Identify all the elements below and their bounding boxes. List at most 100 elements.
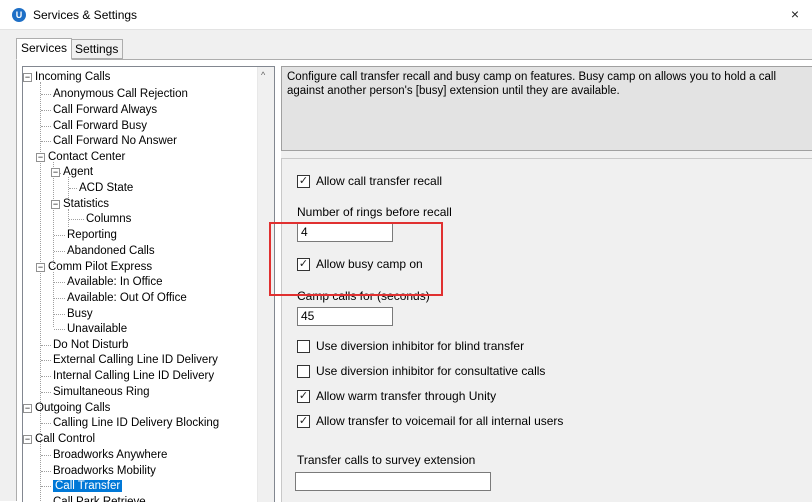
scroll-up-icon[interactable]: ^ <box>261 70 265 80</box>
survey-extension-input[interactable] <box>295 472 491 491</box>
tree-item-label: Call Park Retrieve <box>53 496 146 502</box>
rings-input[interactable]: 4 <box>297 223 393 242</box>
collapse-icon[interactable]: − <box>36 153 45 162</box>
tree-item-label: Broadworks Mobility <box>53 465 156 477</box>
tree-item[interactable]: Call Forward No Answer <box>53 134 177 149</box>
tree-item[interactable]: Anonymous Call Rejection <box>53 87 188 102</box>
tree-guide-line <box>54 235 65 236</box>
camp-seconds-label: Camp calls for (seconds) <box>297 289 430 303</box>
tree-item[interactable]: Available: In Office <box>67 275 162 290</box>
rings-label: Number of rings before recall <box>297 205 452 219</box>
title-bar: U Services & Settings × <box>0 0 812 30</box>
tree-item-label: Call Transfer <box>53 480 123 492</box>
tree-item[interactable]: Call Forward Always <box>53 103 157 118</box>
tree-item[interactable]: − Contact Center <box>36 150 126 165</box>
collapse-icon[interactable]: − <box>51 200 60 209</box>
diversion-consult-label: Use diversion inhibitor for consultative… <box>316 364 546 378</box>
tree-item[interactable]: External Calling Line ID Delivery <box>53 353 218 368</box>
close-button[interactable]: × <box>782 3 808 25</box>
collapse-icon[interactable]: − <box>23 404 32 413</box>
tree-item-label: Busy <box>67 308 93 320</box>
tree-item-label: Simultaneous Ring <box>53 386 150 398</box>
tree-item-label: Statistics <box>63 198 110 210</box>
tree-guide-line <box>54 251 65 252</box>
tree-item-label: Call Forward Busy <box>53 120 147 132</box>
tree-item[interactable]: Internal Calling Line ID Delivery <box>53 369 214 384</box>
tree-guide-line <box>54 282 65 283</box>
tree-item[interactable]: Available: Out Of Office <box>67 291 187 306</box>
tree-item[interactable]: Abandoned Calls <box>67 244 155 259</box>
tabs-area: Services Settings − Incoming Calls Anonymo… <box>0 30 812 502</box>
tree-item-label: Available: Out Of Office <box>67 292 187 304</box>
services-tree[interactable]: − Incoming Calls Anonymous Call Rejection C… <box>22 66 275 502</box>
allow-recall-checkbox[interactable]: ✓ <box>297 175 310 188</box>
tree-item[interactable]: − Statistics <box>51 197 110 212</box>
tree-guide-line <box>41 423 51 424</box>
survey-extension-label: Transfer calls to survey extension <box>297 453 476 467</box>
collapse-icon[interactable]: − <box>51 168 60 177</box>
tree-item[interactable]: Do Not Disturb <box>53 338 128 353</box>
tree-item[interactable]: Unavailable <box>67 322 127 337</box>
tree-item-label: Available: In Office <box>67 276 163 288</box>
tree-item[interactable]: ACD State <box>79 181 133 196</box>
tree-item[interactable]: Broadworks Mobility <box>53 464 156 479</box>
allow-recall-label: Allow call transfer recall <box>316 174 443 188</box>
tree-item-label: Calling Line ID Delivery Blocking <box>53 417 220 429</box>
collapse-icon[interactable]: − <box>23 73 32 82</box>
tree-item[interactable]: − Outgoing Calls <box>23 401 110 416</box>
tree-scrollbar[interactable]: ^ <box>257 67 274 502</box>
tree-item[interactable]: − Comm Pilot Express <box>36 260 153 275</box>
tree-item[interactable]: Calling Line ID Delivery Blocking <box>53 416 219 431</box>
diversion-blind-checkbox[interactable] <box>297 340 310 353</box>
tree-item[interactable]: − Incoming Calls <box>23 70 111 85</box>
collapse-icon[interactable]: − <box>23 435 32 444</box>
description-text: Configure call transfer recall and busy … <box>287 71 777 97</box>
tree-item-label: Unavailable <box>67 323 128 335</box>
tree-item-label: Incoming Calls <box>35 71 111 83</box>
tree-item-label: Call Forward Always <box>53 104 158 116</box>
tree-guide-line <box>69 188 77 189</box>
tree-item-label: Broadworks Anywhere <box>53 449 168 461</box>
camp-seconds-input[interactable]: 45 <box>297 307 393 326</box>
tree-guide-line <box>41 471 51 472</box>
tree-item-label: Do Not Disturb <box>53 339 129 351</box>
diversion-consult-checkbox[interactable] <box>297 365 310 378</box>
tree-item-label: Internal Calling Line ID Delivery <box>53 370 215 382</box>
tree-guide-line <box>54 329 65 330</box>
tree-guide-line <box>54 314 65 315</box>
tree-item-label: Abandoned Calls <box>67 245 155 257</box>
tree-guide-line <box>41 376 51 377</box>
tab-services[interactable]: Services <box>16 38 73 60</box>
tree-item[interactable]: Call Transfer <box>53 479 123 494</box>
tree-item-label: ACD State <box>79 182 134 194</box>
collapse-icon[interactable]: − <box>36 263 45 272</box>
tree-item-label: Call Control <box>35 433 96 445</box>
tab-settings[interactable]: Settings <box>70 39 124 59</box>
tree-item[interactable]: Reporting <box>67 228 117 243</box>
tree-guide-line <box>41 345 51 346</box>
tree-item[interactable]: Busy <box>67 307 93 322</box>
warm-transfer-label: Allow warm transfer through Unity <box>316 389 497 403</box>
voicemail-transfer-checkbox[interactable]: ✓ <box>297 415 310 428</box>
allow-busy-camp-label: Allow busy camp on <box>316 257 423 271</box>
services-panel: − Incoming Calls Anonymous Call Rejection C… <box>16 59 812 502</box>
allow-busy-camp-checkbox[interactable]: ✓ <box>297 258 310 271</box>
tree-item[interactable]: − Agent <box>51 165 93 180</box>
tree-item-label: Comm Pilot Express <box>48 261 153 273</box>
tree-item[interactable]: − Call Control <box>23 432 96 447</box>
tree-item-label: Contact Center <box>48 151 126 163</box>
tree-guide-line <box>69 219 84 220</box>
tree-item-label: Anonymous Call Rejection <box>53 88 188 100</box>
tree-item[interactable]: Columns <box>86 212 131 227</box>
voicemail-transfer-label: Allow transfer to voicemail for all inte… <box>316 414 564 428</box>
tree-guide-line <box>41 94 51 95</box>
settings-area: Configure call transfer recall and busy … <box>281 66 812 502</box>
tree-item[interactable]: Simultaneous Ring <box>53 385 150 400</box>
tree-item[interactable]: Broadworks Anywhere <box>53 448 167 463</box>
warm-transfer-checkbox[interactable]: ✓ <box>297 390 310 403</box>
call-transfer-settings: ✓ Allow call transfer recall Number of r… <box>281 158 812 502</box>
tree-item-label: Columns <box>86 213 132 225</box>
tree-item[interactable]: Call Forward Busy <box>53 119 147 134</box>
diversion-blind-label: Use diversion inhibitor for blind transf… <box>316 339 525 353</box>
tree-item-label: External Calling Line ID Delivery <box>53 354 218 366</box>
